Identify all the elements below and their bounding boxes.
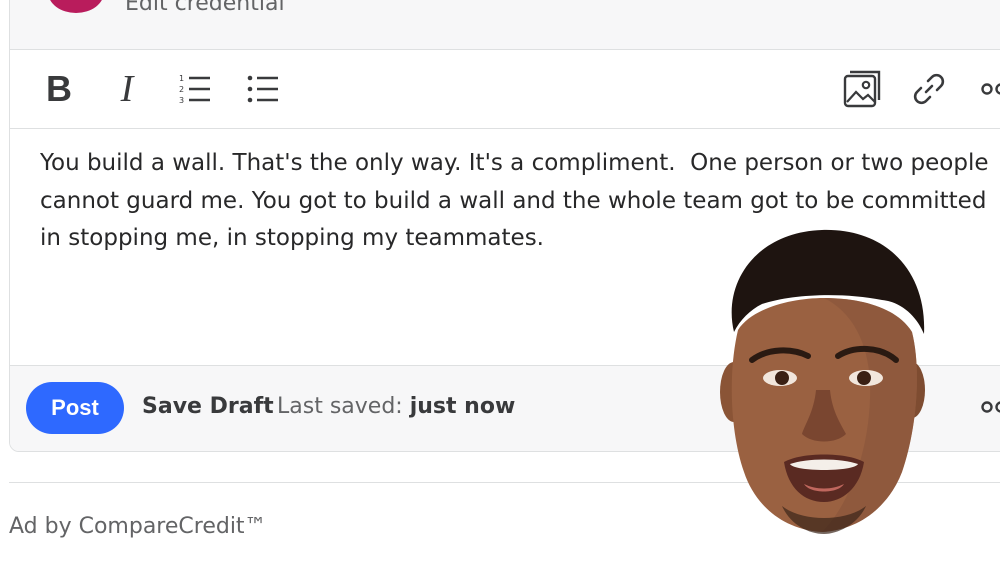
italic-icon: I <box>120 68 134 110</box>
last-saved-status: Last saved: just now <box>277 394 515 419</box>
insert-image-button[interactable] <box>841 68 883 110</box>
image-icon <box>843 70 881 108</box>
save-draft-button[interactable]: Save Draft <box>142 394 274 419</box>
numbered-list-icon: 1 2 3 <box>179 74 210 105</box>
link-icon <box>913 73 945 105</box>
footer-more-button[interactable] <box>980 392 1000 422</box>
svg-text:3: 3 <box>179 96 184 105</box>
ad-label: Ad by CompareCredit™ <box>9 514 267 539</box>
insert-link-button[interactable] <box>908 68 950 110</box>
svg-text:1: 1 <box>179 74 184 83</box>
numbered-list-button[interactable]: 1 2 3 <box>174 68 216 110</box>
toolbar-more-button[interactable] <box>980 74 1000 104</box>
bulleted-list-button[interactable] <box>242 68 284 110</box>
italic-button[interactable]: I <box>106 68 148 110</box>
last-saved-prefix: Last saved: <box>277 394 403 419</box>
avatar[interactable] <box>48 0 104 13</box>
last-saved-value: just now <box>409 394 516 419</box>
svg-text:2: 2 <box>179 85 184 94</box>
more-icon <box>981 83 1000 95</box>
bulleted-list-icon <box>247 75 278 103</box>
credential-bar: Edit credential <box>10 0 1000 50</box>
edit-credential-link[interactable]: Edit credential <box>125 0 285 16</box>
formatting-toolbar: B I 1 2 3 <box>10 50 1000 129</box>
face-sticker-image <box>720 229 925 534</box>
post-button[interactable]: Post <box>26 382 124 434</box>
more-icon <box>981 401 1000 413</box>
bold-button[interactable]: B <box>38 68 80 110</box>
bold-icon: B <box>46 68 72 109</box>
